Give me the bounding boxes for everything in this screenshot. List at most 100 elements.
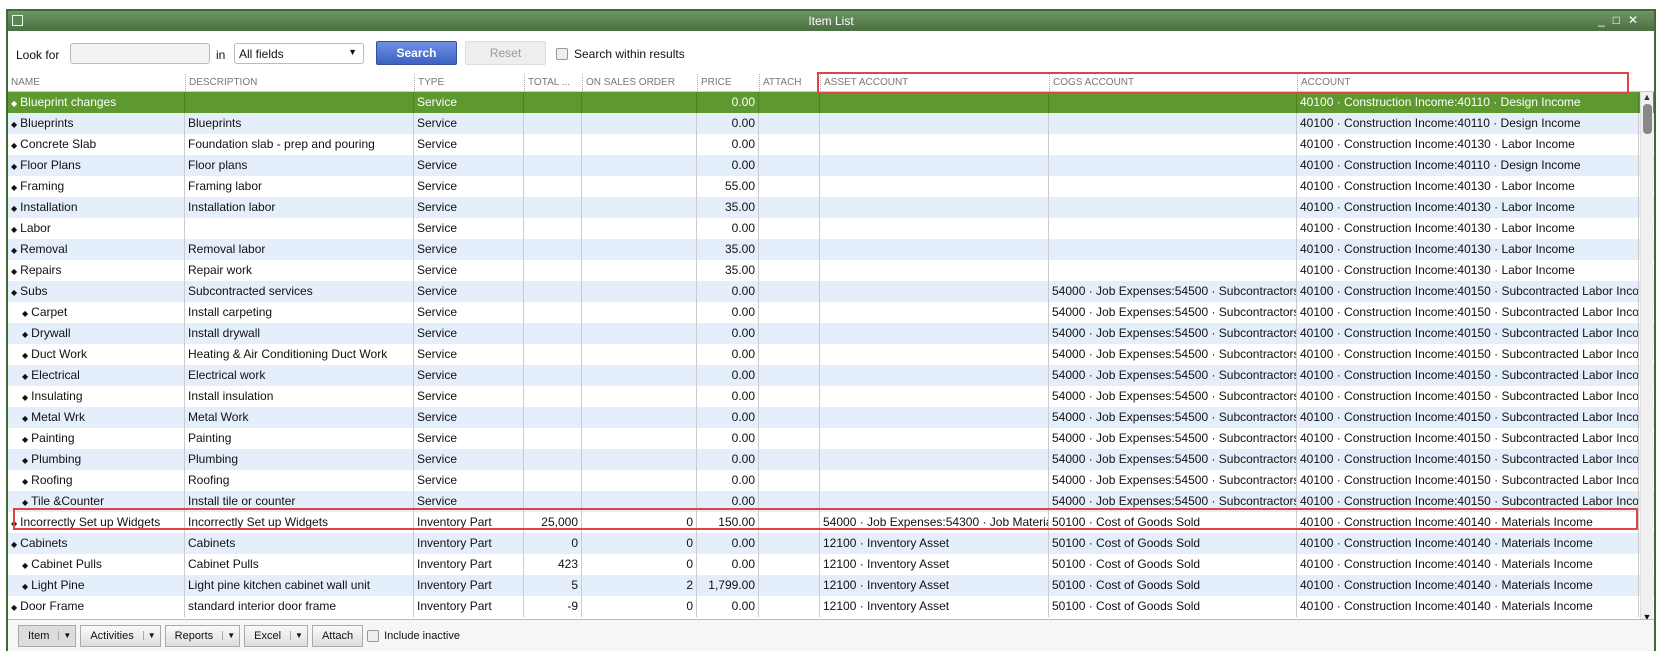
table-row[interactable]: ◆ Door Frame standard interior door frame I… xyxy=(8,596,1654,617)
cell-type: Service xyxy=(414,344,524,365)
cell-text: Inventory Part xyxy=(417,536,492,550)
table-row[interactable]: ◆ Floor Plans Floor plans Service 0.00 40100 … xyxy=(8,155,1654,176)
column-header-type[interactable]: TYPE xyxy=(414,74,524,91)
table-row[interactable]: ◆ Plumbing Plumbing Service 0.00 54000 · Job … xyxy=(8,449,1654,470)
cell-text: Metal Wrk xyxy=(31,410,85,424)
cell-text: 40100 · Construction Income:40150 · Subc… xyxy=(1300,410,1639,424)
table-row[interactable]: ◆ Electrical Electrical work Service 0.00 540… xyxy=(8,365,1654,386)
table-row[interactable]: ◆ Concrete Slab Foundation slab - prep and… xyxy=(8,134,1654,155)
table-row[interactable]: ◆ Metal Wrk Metal Work Service 0.00 54000 · J… xyxy=(8,407,1654,428)
reset-button[interactable]: Reset xyxy=(465,41,546,65)
cell-price: 0.00 xyxy=(697,449,759,470)
column-header-name[interactable]: NAME xyxy=(8,74,185,91)
cell-text: 12100 · Inventory Asset xyxy=(823,578,950,592)
cell-asset-account xyxy=(820,407,1049,428)
cell-text: Painting xyxy=(188,431,232,445)
cell-price: 0.00 xyxy=(697,533,759,554)
cell-name: ◆ Framing xyxy=(8,176,185,197)
vertical-scrollbar[interactable]: ▲ ▼ xyxy=(1640,92,1653,622)
include-inactive-checkbox[interactable]: Include inactive xyxy=(367,629,460,642)
cell-text: 0 xyxy=(686,536,693,550)
look-for-input[interactable] xyxy=(70,43,210,64)
cell-text: 0.00 xyxy=(731,326,755,340)
cell-type: Inventory Part xyxy=(414,596,524,617)
cell-text: 0 xyxy=(686,557,693,571)
cell-text: 54000 · Job Expenses:54500 · Subcontract… xyxy=(1052,347,1297,361)
column-header-attach[interactable]: ATTACH xyxy=(759,74,820,91)
table-row[interactable]: ◆ Subs Subcontracted services Service 0.00 54… xyxy=(8,281,1654,302)
table-row[interactable]: ◆ Blueprint changes Service 0.00 40100 · Con… xyxy=(8,92,1654,113)
chevron-down-icon[interactable]: ▼ xyxy=(290,631,307,640)
cell-type: Service xyxy=(414,470,524,491)
diamond-icon: ◆ xyxy=(11,99,18,108)
cell-asset-account: 12100 · Inventory Asset xyxy=(820,554,1049,575)
table-row[interactable]: ◆ Installation Installation labor Service 35… xyxy=(8,197,1654,218)
cell-text: Plumbing xyxy=(31,452,82,466)
cell-cogs-account: 54000 · Job Expenses:54500 · Subcontract… xyxy=(1049,344,1297,365)
activities-menu-button[interactable]: Activities ▼ xyxy=(80,624,161,647)
table-row[interactable]: ◆ Light Pine Light pine kitchen cabinet wa… xyxy=(8,575,1654,596)
cell-name: ◆ Insulating xyxy=(8,386,185,407)
cell-text: 40100 · Construction Income:40150 · Subc… xyxy=(1300,494,1639,508)
cell-text: 40100 · Construction Income:40140 · Mate… xyxy=(1300,536,1593,550)
cell-name: ◆ Installation xyxy=(8,197,185,218)
close-icon[interactable]: ✕ xyxy=(1628,13,1646,27)
table-row[interactable]: ◆ Carpet Install carpeting Service 0.00 54000… xyxy=(8,302,1654,323)
table-row[interactable]: ◆ Insulating Install insulation Service 0.00… xyxy=(8,386,1654,407)
cell-cogs-account xyxy=(1049,155,1297,176)
table-row[interactable]: ◆ Removal Removal labor Service 35.00 40100 ·… xyxy=(8,239,1654,260)
scroll-up-icon[interactable]: ▲ xyxy=(1641,92,1653,102)
cell-text: 0.00 xyxy=(731,116,755,130)
cell-account: 40100 · Construction Income:40140 · Mate… xyxy=(1297,596,1639,617)
table-row[interactable]: ◆ Painting Painting Service 0.00 54000 · Job … xyxy=(8,428,1654,449)
item-menu-button[interactable]: Item ▼ xyxy=(18,624,77,647)
column-header-description[interactable]: DESCRIPTION xyxy=(185,74,414,91)
cell-total xyxy=(524,302,582,323)
table-row[interactable]: ◆ Duct Work Heating & Air Conditioning Duc… xyxy=(8,344,1654,365)
cell-text: 40100 · Construction Income:40130 · Labo… xyxy=(1300,200,1575,214)
scroll-thumb[interactable] xyxy=(1642,104,1652,134)
column-header-total[interactable]: TOTAL ... xyxy=(524,74,582,91)
diamond-icon: ◆ xyxy=(11,204,18,213)
cell-text: 54000 · Job Expenses:54500 · Subcontract… xyxy=(1052,284,1297,298)
search-button[interactable]: Search xyxy=(376,41,457,65)
cell-total xyxy=(524,365,582,386)
cell-type: Service xyxy=(414,407,524,428)
cell-account: 40100 · Construction Income:40150 · Subc… xyxy=(1297,281,1639,302)
table-row[interactable]: ◆ Labor Service 0.00 40100 · Construction In… xyxy=(8,218,1654,239)
excel-menu-button[interactable]: Excel ▼ xyxy=(244,624,308,647)
table-row[interactable]: ◆ Repairs Repair work Service 35.00 40100 · C… xyxy=(8,260,1654,281)
table-row[interactable]: ◆ Roofing Roofing Service 0.00 54000 · Job Ex… xyxy=(8,470,1654,491)
cell-price: 0.00 xyxy=(697,218,759,239)
cell-on-sales-order xyxy=(582,344,697,365)
table-row[interactable]: ◆ Cabinet Pulls Cabinet Pulls Inventory Par… xyxy=(8,554,1654,575)
attach-button[interactable]: Attach xyxy=(311,624,364,647)
cell-account: 40100 · Construction Income:40130 · Labo… xyxy=(1297,197,1639,218)
chevron-down-icon[interactable]: ▼ xyxy=(142,631,160,640)
search-within-results-checkbox[interactable]: Search within results xyxy=(556,47,685,61)
maximize-icon[interactable]: □ xyxy=(1613,13,1628,27)
cell-name: ◆ Roofing xyxy=(8,470,185,491)
chevron-down-icon[interactable]: ▼ xyxy=(222,631,239,640)
cell-text: Drywall xyxy=(31,326,71,340)
table-row[interactable]: ◆ Framing Framing labor Service 55.00 40100 ·… xyxy=(8,176,1654,197)
cell-description: Subcontracted services xyxy=(185,281,414,302)
column-header-price[interactable]: PRICE xyxy=(697,74,759,91)
cell-description: Roofing xyxy=(185,470,414,491)
cell-account: 40100 · Construction Income:40150 · Subc… xyxy=(1297,428,1639,449)
reports-menu-button[interactable]: Reports ▼ xyxy=(164,624,241,647)
minimize-icon[interactable]: _ xyxy=(1598,13,1613,27)
column-header-on-sales-order[interactable]: ON SALES ORDER xyxy=(582,74,697,91)
chevron-down-icon[interactable]: ▼ xyxy=(58,631,75,640)
cell-text: 0.00 xyxy=(731,368,755,382)
cell-on-sales-order xyxy=(582,428,697,449)
cell-attach xyxy=(759,428,820,449)
cell-cogs-account: 50100 · Cost of Goods Sold xyxy=(1049,575,1297,596)
table-row[interactable]: ◆ Cabinets Cabinets Inventory Part 0 0 0.00 121… xyxy=(8,533,1654,554)
cell-text: Floor Plans xyxy=(20,158,81,172)
cell-text: Insulating xyxy=(31,389,83,403)
table-row[interactable]: ◆ Blueprints Blueprints Service 0.00 40100 · … xyxy=(8,113,1654,134)
table-row[interactable]: ◆ Drywall Install drywall Service 0.00 54000 … xyxy=(8,323,1654,344)
cell-text: Service xyxy=(417,410,458,424)
field-select[interactable]: All fields ▼ xyxy=(234,43,364,64)
